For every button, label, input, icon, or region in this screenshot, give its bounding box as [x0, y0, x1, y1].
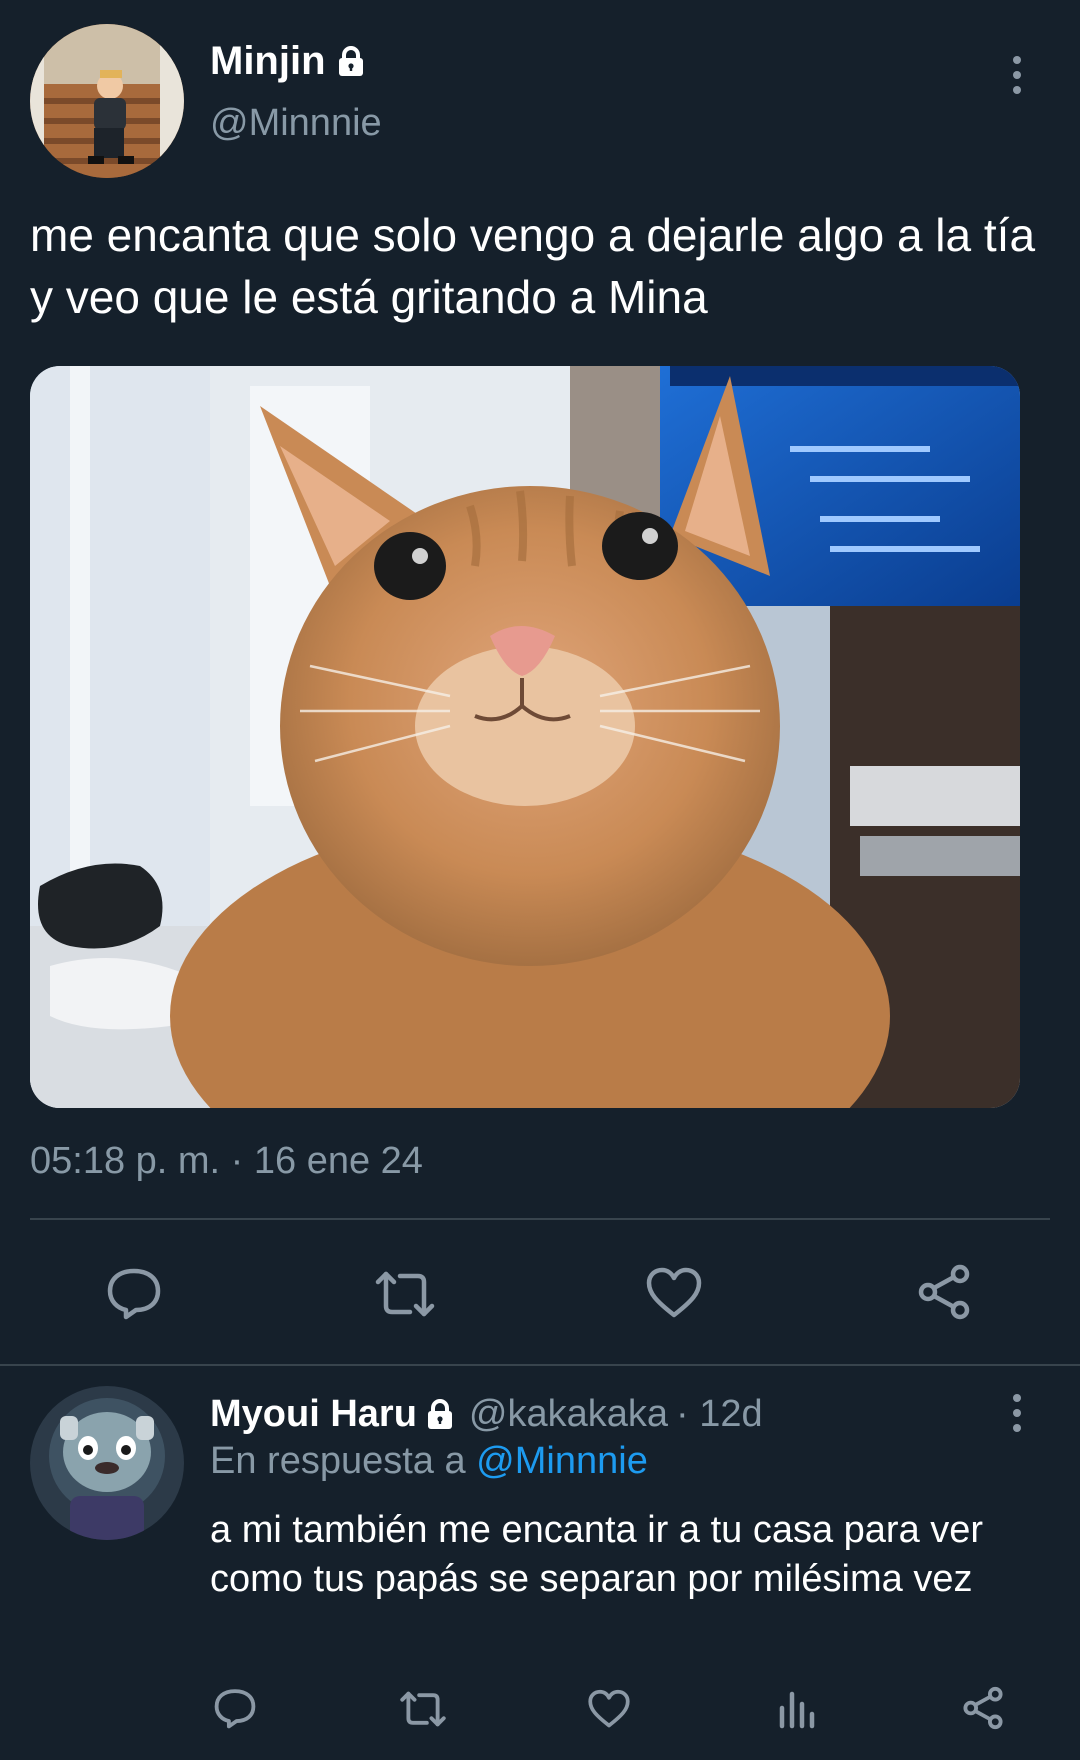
- author-name-row: Minjin: [210, 36, 366, 86]
- author-avatar[interactable]: [30, 24, 184, 178]
- replying-to-line: En respuesta a @Minnnie: [210, 1440, 648, 1483]
- reply-header-row: Myoui Haru @kakakaka · 12d: [210, 1388, 763, 1440]
- lock-icon: [336, 45, 366, 77]
- retweet-icon[interactable]: [370, 1268, 440, 1320]
- tweet-media-photo[interactable]: [30, 366, 1020, 1108]
- reply-author-avatar[interactable]: [30, 1386, 184, 1540]
- replying-to-label: En respuesta a: [210, 1440, 466, 1482]
- author-handle[interactable]: @Minnnie: [210, 102, 382, 145]
- reply-author-name[interactable]: Myoui Haru: [210, 1393, 417, 1436]
- tweet-divider: [0, 1364, 1080, 1366]
- analytics-icon[interactable]: [776, 1688, 816, 1730]
- reply-icon[interactable]: [104, 1265, 164, 1321]
- reply-text: a mi también me encanta ir a tu casa par…: [210, 1509, 984, 1600]
- share-icon[interactable]: [960, 1685, 1006, 1731]
- cat-photo: [30, 366, 1020, 1108]
- lock-icon: [425, 1398, 455, 1430]
- reply-age: · 12d: [676, 1392, 763, 1435]
- reply-more-options-icon[interactable]: [1012, 1394, 1022, 1432]
- author-name[interactable]: Minjin: [210, 39, 326, 84]
- replying-to-handle[interactable]: @Minnnie: [476, 1440, 648, 1482]
- retweet-icon[interactable]: [396, 1689, 450, 1729]
- avatar-photo: [30, 24, 184, 178]
- tweet-timestamp[interactable]: 05:18 p. m. · 16 ene 24: [30, 1140, 423, 1183]
- reply-author-handle[interactable]: @kakakaka: [469, 1393, 668, 1436]
- share-icon[interactable]: [914, 1262, 974, 1322]
- more-options-icon[interactable]: [1012, 56, 1022, 94]
- reply-icon[interactable]: [212, 1686, 258, 1730]
- reply-avatar-photo: [30, 1386, 184, 1540]
- action-bar-divider: [30, 1218, 1050, 1220]
- tweet-text: me encanta que solo vengo a dejarle algo…: [30, 209, 1036, 323]
- like-icon[interactable]: [586, 1688, 632, 1730]
- like-icon[interactable]: [644, 1265, 704, 1321]
